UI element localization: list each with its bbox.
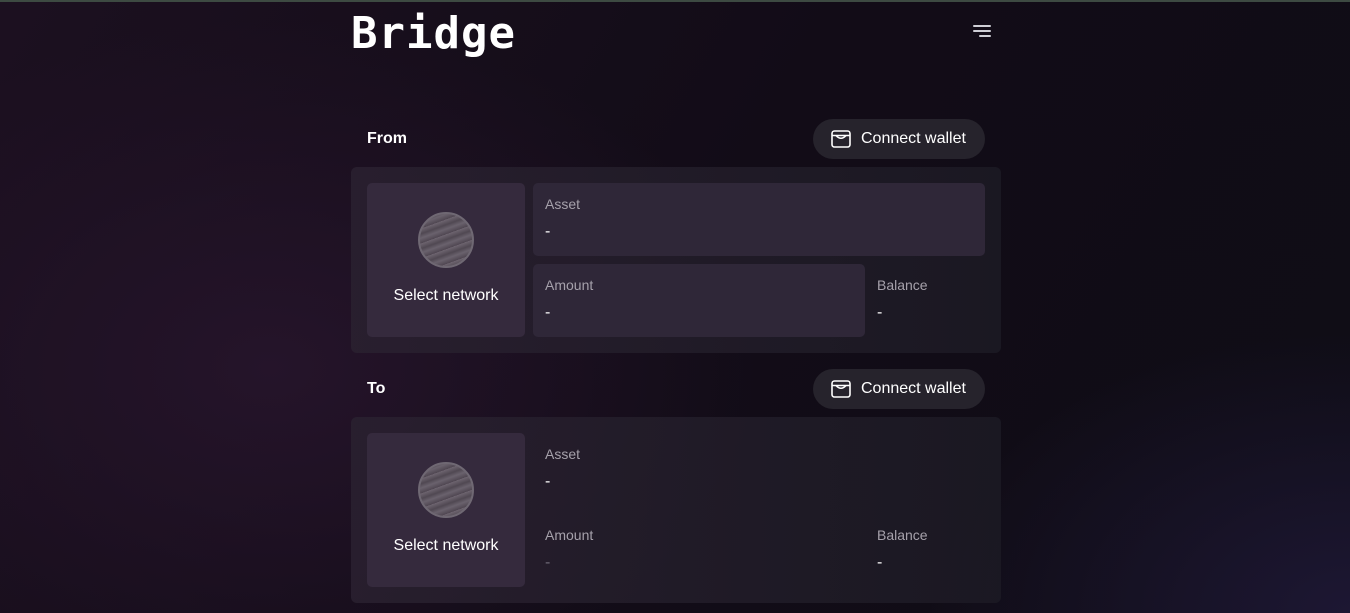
from-connect-wallet-button[interactable]: Connect wallet: [813, 119, 985, 159]
to-connect-wallet-button[interactable]: Connect wallet: [813, 369, 985, 409]
from-select-network-button[interactable]: Select network: [367, 183, 525, 337]
hamburger-menu-icon[interactable]: [969, 23, 991, 41]
amount-value: -: [545, 304, 551, 321]
to-balance-field: Balance -: [865, 514, 985, 587]
asset-value: -: [545, 473, 551, 490]
balance-value: -: [877, 554, 883, 571]
to-select-network-button[interactable]: Select network: [367, 433, 525, 587]
asset-value: -: [545, 223, 551, 240]
amount-value: -: [545, 554, 551, 571]
select-network-label: Select network: [393, 287, 499, 304]
from-section: From Connect wallet Select network Asset…: [351, 119, 1001, 353]
wallet-button-label: Connect wallet: [861, 380, 966, 397]
page-header: Bridge: [351, 6, 1001, 66]
network-placeholder-icon: [418, 462, 474, 518]
from-amount-field[interactable]: Amount -: [533, 264, 865, 337]
network-placeholder-icon: [418, 212, 474, 268]
balance-value: -: [877, 304, 883, 321]
from-card: Select network Asset - Amount - Balance …: [351, 167, 1001, 353]
wallet-button-label: Connect wallet: [861, 130, 966, 147]
wallet-icon: [831, 130, 851, 148]
balance-label: Balance: [877, 527, 928, 543]
to-section-header: To Connect wallet: [351, 369, 1001, 409]
amount-label: Amount: [545, 527, 594, 543]
page-title: Bridge: [351, 8, 516, 59]
section-label-to: To: [367, 380, 386, 397]
to-asset-field: Asset -: [533, 433, 985, 506]
amount-label: Amount: [545, 277, 594, 293]
select-network-label: Select network: [393, 537, 499, 554]
balance-label: Balance: [877, 277, 928, 293]
to-card: Select network Asset - Amount - Balance …: [351, 417, 1001, 603]
top-border: [0, 0, 1350, 2]
from-balance-field: Balance -: [865, 264, 985, 337]
wallet-icon: [831, 380, 851, 398]
asset-label: Asset: [545, 196, 581, 212]
from-asset-field[interactable]: Asset -: [533, 183, 985, 256]
from-section-header: From Connect wallet: [351, 119, 1001, 159]
section-label-from: From: [367, 130, 407, 147]
to-section: To Connect wallet Select network Asset -…: [351, 369, 1001, 603]
to-amount-field: Amount -: [533, 514, 865, 587]
asset-label: Asset: [545, 446, 581, 462]
